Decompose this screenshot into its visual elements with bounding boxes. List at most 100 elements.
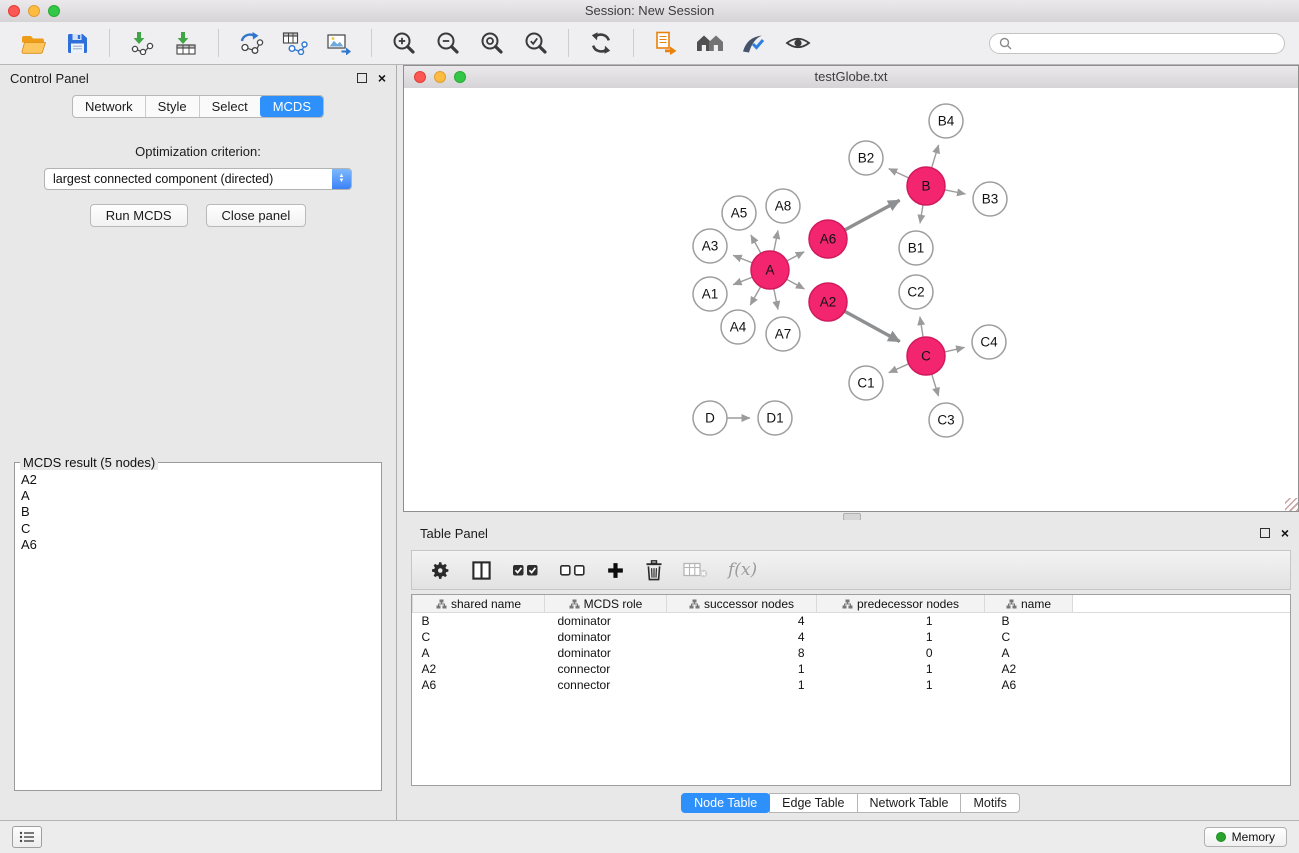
node-D1[interactable]: D1: [758, 401, 792, 435]
node-C4[interactable]: C4: [972, 325, 1006, 359]
node-A2[interactable]: A2: [809, 283, 847, 321]
tab-motifs[interactable]: Motifs: [960, 793, 1019, 813]
node-C[interactable]: C: [907, 337, 945, 375]
home-button[interactable]: [691, 27, 729, 59]
close-panel-button[interactable]: ×: [378, 73, 386, 83]
optimization-criterion-dropdown[interactable]: largest connected component (directed) ▲…: [44, 168, 352, 190]
edge-A-A4[interactable]: [750, 287, 761, 306]
apply-style-button[interactable]: [735, 27, 773, 59]
column-header-mcds-role[interactable]: MCDS role: [545, 595, 667, 613]
export-image-button[interactable]: [320, 27, 358, 59]
node-A3[interactable]: A3: [693, 229, 727, 263]
tab-style[interactable]: Style: [145, 96, 199, 117]
resize-grip[interactable]: [1285, 498, 1298, 511]
node-A7[interactable]: A7: [766, 317, 800, 351]
table-float-panel-button[interactable]: [1260, 528, 1270, 538]
add-column-button[interactable]: [606, 561, 625, 580]
save-session-button[interactable]: [58, 27, 96, 59]
clone-network-button[interactable]: [276, 27, 314, 59]
tab-edge-table[interactable]: Edge Table: [769, 793, 857, 813]
zoom-in-button[interactable]: [385, 27, 423, 59]
run-mcds-button[interactable]: Run MCDS: [90, 204, 188, 227]
import-network-button[interactable]: [123, 27, 161, 59]
edge-C-C3[interactable]: [932, 374, 939, 396]
table-row[interactable]: A2connector11A2: [413, 661, 1291, 677]
zoom-window-button[interactable]: [48, 5, 60, 17]
edge-B-B1[interactable]: [920, 205, 923, 224]
close-panel-button2[interactable]: Close panel: [206, 204, 307, 227]
copy-style-button[interactable]: [647, 27, 685, 59]
zoom-fit-button[interactable]: [473, 27, 511, 59]
delete-column-button[interactable]: [645, 560, 663, 581]
toggle-column-button[interactable]: [471, 560, 492, 581]
show-hide-button[interactable]: [779, 27, 817, 59]
edge-A6-B[interactable]: [845, 200, 900, 230]
tab-node-table[interactable]: Node Table: [681, 793, 770, 813]
minimize-window-button[interactable]: [28, 5, 40, 17]
table-row[interactable]: Bdominator41B: [413, 613, 1291, 630]
edge-A-A6[interactable]: [787, 252, 804, 261]
network-minimize-button[interactable]: [434, 71, 446, 83]
edge-B-B4[interactable]: [932, 145, 939, 168]
node-C3[interactable]: C3: [929, 403, 963, 437]
edge-B-B2[interactable]: [889, 169, 909, 178]
node-A5[interactable]: A5: [722, 196, 756, 230]
edge-C-C2[interactable]: [920, 317, 923, 338]
tab-network[interactable]: Network: [73, 96, 145, 117]
table-settings-button[interactable]: [430, 560, 451, 581]
node-A1[interactable]: A1: [693, 277, 727, 311]
node-A6[interactable]: A6: [809, 220, 847, 258]
node-A8[interactable]: A8: [766, 189, 800, 223]
edge-A-A1[interactable]: [733, 277, 752, 285]
panel-menu-button[interactable]: [12, 826, 42, 848]
function-builder-button[interactable]: f(x): [728, 560, 757, 580]
column-header-name[interactable]: name: [985, 595, 1073, 613]
node-B2[interactable]: B2: [849, 141, 883, 175]
delete-table-button[interactable]: [683, 561, 708, 579]
table-row[interactable]: Adominator80A: [413, 645, 1291, 661]
mcds-result-item[interactable]: C: [19, 521, 377, 537]
node-C1[interactable]: C1: [849, 366, 883, 400]
column-header-predecessor-nodes[interactable]: predecessor nodes: [817, 595, 985, 613]
edge-A-A8[interactable]: [774, 231, 778, 252]
node-B[interactable]: B: [907, 167, 945, 205]
memory-button[interactable]: Memory: [1204, 827, 1287, 847]
node-B3[interactable]: B3: [973, 182, 1007, 216]
edge-A-A2[interactable]: [787, 279, 805, 289]
edge-B-B3[interactable]: [945, 190, 966, 194]
edge-A-A5[interactable]: [751, 235, 761, 253]
select-all-button[interactable]: [512, 561, 539, 579]
table-close-panel-button[interactable]: ×: [1281, 528, 1289, 538]
import-table-button[interactable]: [167, 27, 205, 59]
tab-mcds[interactable]: MCDS: [260, 96, 323, 117]
edge-A-A7[interactable]: [774, 289, 778, 310]
tab-network-table[interactable]: Network Table: [857, 793, 962, 813]
column-header-successor-nodes[interactable]: successor nodes: [667, 595, 817, 613]
deselect-all-button[interactable]: [559, 561, 586, 579]
mcds-result-item[interactable]: A6: [19, 537, 377, 553]
network-zoom-button[interactable]: [454, 71, 466, 83]
mcds-result-item[interactable]: B: [19, 504, 377, 520]
node-D[interactable]: D: [693, 401, 727, 435]
network-canvas[interactable]: B4B2BB3A5A8A6B1A3AC2A1A2A4A7C4CC1C3DD1: [404, 88, 1298, 511]
network-close-button[interactable]: [414, 71, 426, 83]
tab-select[interactable]: Select: [199, 96, 260, 117]
zoom-out-button[interactable]: [429, 27, 467, 59]
table-row[interactable]: Cdominator41C: [413, 629, 1291, 645]
network-svg[interactable]: B4B2BB3A5A8A6B1A3AC2A1A2A4A7C4CC1C3DD1: [404, 88, 1298, 511]
mcds-result-item[interactable]: A: [19, 488, 377, 504]
open-session-button[interactable]: [14, 27, 52, 59]
close-window-button[interactable]: [8, 5, 20, 17]
node-B1[interactable]: B1: [899, 231, 933, 265]
edge-A2-C[interactable]: [845, 311, 900, 341]
node-B4[interactable]: B4: [929, 104, 963, 138]
search-input[interactable]: [1017, 35, 1275, 51]
zoom-selected-button[interactable]: [517, 27, 555, 59]
edge-C-C4[interactable]: [945, 347, 965, 352]
node-A[interactable]: A: [751, 251, 789, 289]
new-network-button[interactable]: [232, 27, 270, 59]
column-header-shared-name[interactable]: shared name: [413, 595, 545, 613]
edge-A-A3[interactable]: [733, 255, 752, 263]
node-C2[interactable]: C2: [899, 275, 933, 309]
refresh-layout-button[interactable]: [582, 27, 620, 59]
